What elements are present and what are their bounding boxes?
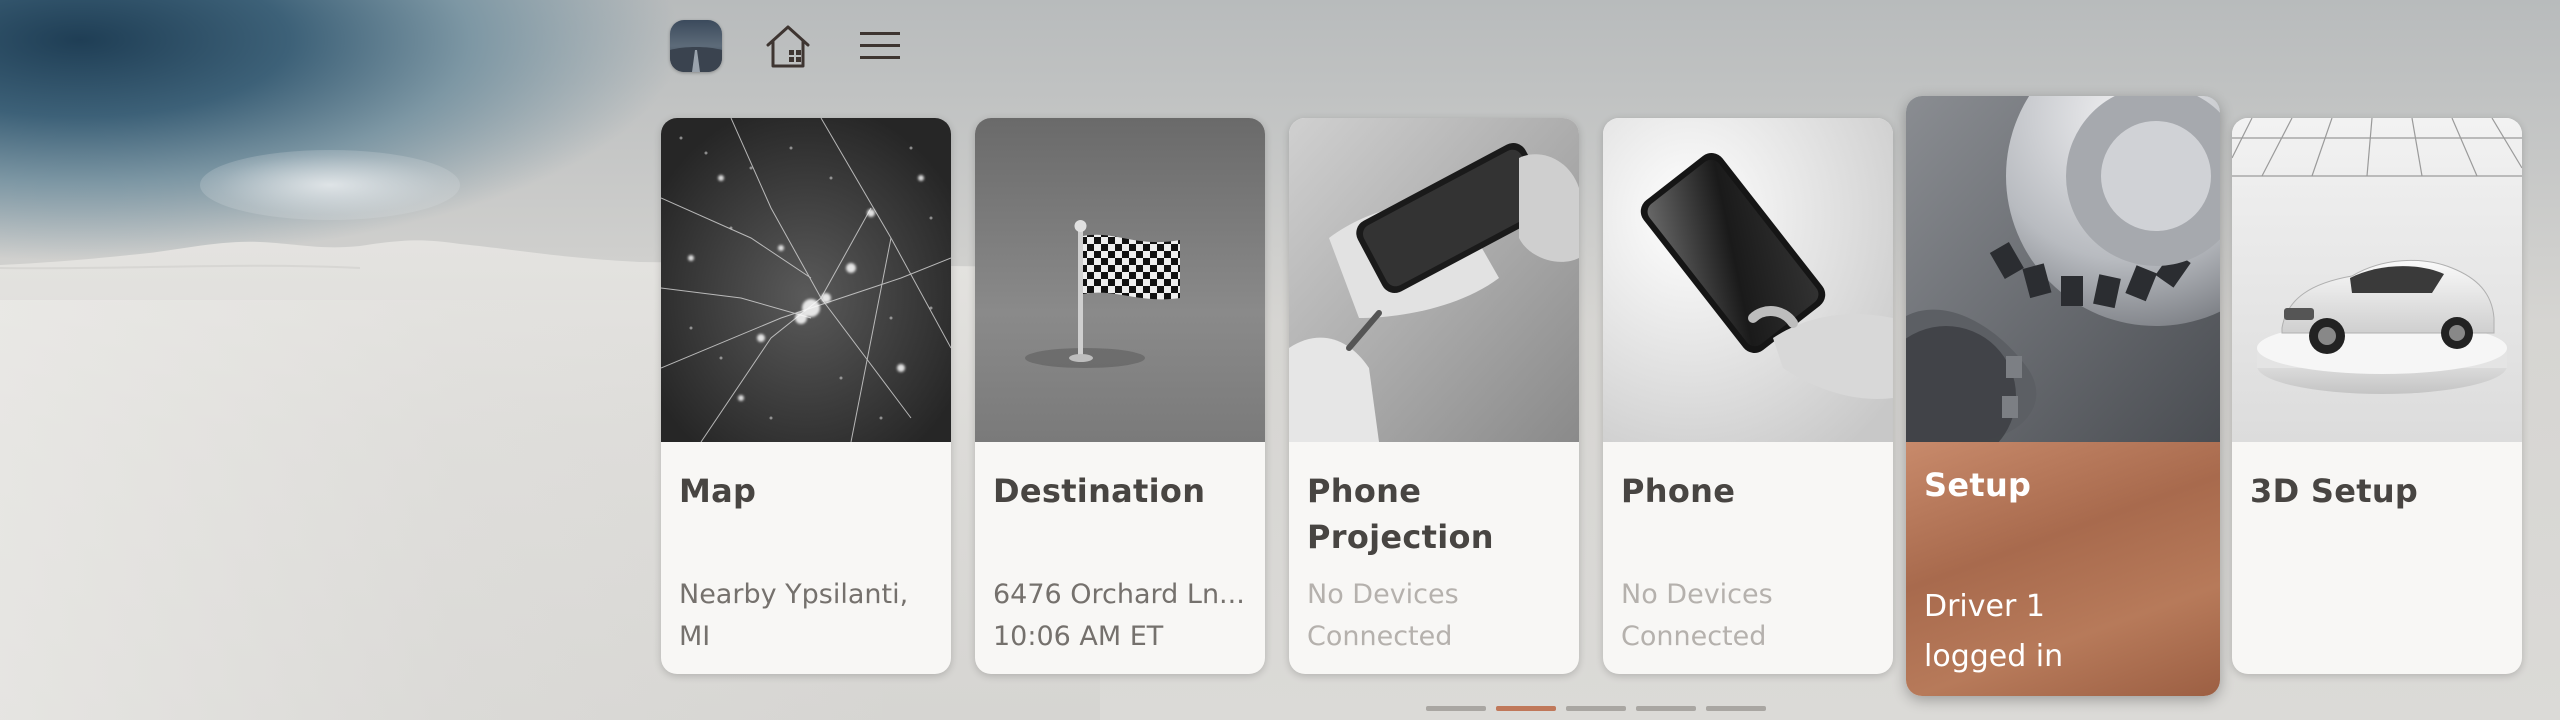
page-indicator-2[interactable] <box>1496 706 1556 711</box>
card-destination[interactable]: Destination 6476 Orchard Ln... 10:06 AM … <box>975 118 1265 674</box>
card-subtitle: Driver 1 logged in <box>1924 589 2064 674</box>
card-phone[interactable]: Phone No Devices Connected <box>1603 118 1893 674</box>
setup-thumbnail <box>1906 96 2220 442</box>
page-indicator-1[interactable] <box>1426 706 1486 711</box>
card-subtitle: 6476 Orchard Ln... 10:06 AM ET <box>993 579 1245 652</box>
card-title: Phone <box>1621 472 1736 510</box>
menu-icon <box>860 32 900 59</box>
card-map-body: Map Nearby Ypsilanti, MI <box>661 442 951 674</box>
card-subtitle: Nearby Ypsilanti, MI <box>679 579 909 652</box>
card-title: Phone Projection <box>1307 472 1494 556</box>
page-indicator <box>1426 706 1766 711</box>
driver-avatar-button[interactable] <box>668 18 724 74</box>
card-setup[interactable]: Setup Driver 1 logged in <box>1906 96 2220 696</box>
card-title: 3D Setup <box>2250 472 2419 510</box>
card-phone-projection-body: Phone Projection No Devices Connected <box>1289 442 1579 674</box>
card-subtitle: No Devices Connected <box>1307 579 1459 652</box>
3d-setup-thumbnail <box>2232 118 2522 442</box>
home-button[interactable] <box>760 18 816 74</box>
card-3d-setup-body: 3D Setup <box>2232 442 2522 674</box>
card-3d-setup[interactable]: 3D Setup <box>2232 118 2522 674</box>
app-cards-carousel: Map Nearby Ypsilanti, MI Destination 647… <box>661 96 2522 696</box>
page-indicator-5[interactable] <box>1706 706 1766 711</box>
card-phone-body: Phone No Devices Connected <box>1603 442 1893 674</box>
phone-projection-thumbnail <box>1289 118 1579 442</box>
menu-button[interactable] <box>852 18 908 74</box>
top-bar <box>668 18 944 74</box>
driver-avatar-icon <box>670 20 722 72</box>
phone-thumbnail <box>1603 118 1893 442</box>
card-title: Map <box>679 472 757 510</box>
card-title: Destination <box>993 472 1206 510</box>
page-indicator-4[interactable] <box>1636 706 1696 711</box>
card-phone-projection[interactable]: Phone Projection No Devices Connected <box>1289 118 1579 674</box>
card-subtitle: No Devices Connected <box>1621 579 1773 652</box>
card-setup-body: Setup Driver 1 logged in <box>1906 442 2220 696</box>
map-thumbnail <box>661 118 951 442</box>
card-map[interactable]: Map Nearby Ypsilanti, MI <box>661 118 951 674</box>
card-title: Setup <box>1924 466 2032 504</box>
destination-thumbnail <box>975 118 1265 442</box>
page-indicator-3[interactable] <box>1566 706 1626 711</box>
card-destination-body: Destination 6476 Orchard Ln... 10:06 AM … <box>975 442 1265 674</box>
home-icon <box>766 25 810 68</box>
